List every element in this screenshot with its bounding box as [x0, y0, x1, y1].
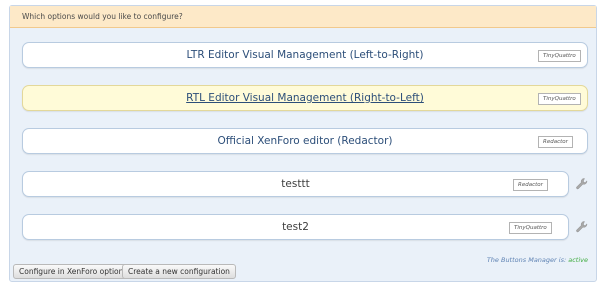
editor-row-rtl[interactable]: RTL Editor Visual Management (Right-to-L…: [22, 85, 588, 111]
editor-row-ltr[interactable]: LTR Editor Visual Management (Left-to-Ri…: [22, 42, 588, 68]
wrench-icon[interactable]: [575, 220, 589, 234]
editor-row-redactor[interactable]: Official XenForo editor (Redactor) Redac…: [22, 128, 588, 154]
wrench-icon[interactable]: [575, 177, 589, 191]
editor-row-test2[interactable]: test2 TinyQuattro: [22, 214, 569, 240]
status-value: active: [568, 256, 588, 264]
configure-xenforo-button[interactable]: Configure in XenForo options: [13, 264, 134, 279]
editor-tag-testtt: Redactor: [513, 179, 548, 191]
editor-title-ltr[interactable]: LTR Editor Visual Management (Left-to-Ri…: [23, 43, 587, 67]
editor-title-redactor[interactable]: Official XenForo editor (Redactor): [23, 129, 587, 153]
editor-tag-test2: TinyQuattro: [509, 222, 552, 234]
panel-header: Which options would you like to configur…: [10, 6, 596, 28]
config-panel: Which options would you like to configur…: [9, 5, 597, 282]
manager-status: The Buttons Manager is: active: [487, 256, 588, 264]
editor-title-test2[interactable]: test2: [23, 215, 568, 239]
create-configuration-button[interactable]: Create a new configuration: [122, 264, 236, 279]
editor-title-rtl[interactable]: RTL Editor Visual Management (Right-to-L…: [23, 86, 587, 110]
editor-tag-rtl: TinyQuattro: [538, 93, 581, 105]
editor-row-testtt[interactable]: testtt Redactor: [22, 171, 569, 197]
editor-tag-ltr: TinyQuattro: [538, 50, 581, 62]
editor-title-testtt[interactable]: testtt: [23, 172, 568, 196]
status-label: The Buttons Manager is:: [486, 256, 567, 264]
editor-tag-redactor: Redactor: [538, 136, 573, 148]
